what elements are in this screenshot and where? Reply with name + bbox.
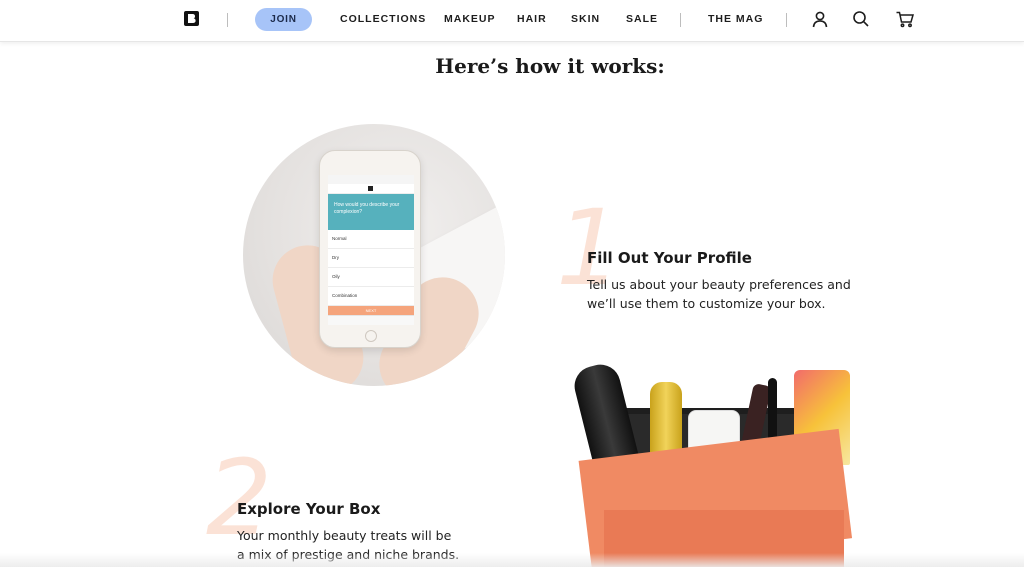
step-2-desc-line-1: Your monthly beauty treats will be (237, 528, 452, 543)
option-dry: Dry (328, 249, 414, 268)
nav-link-skin[interactable]: SKIN (571, 13, 600, 25)
nav-divider (227, 13, 228, 27)
nav-link-collections[interactable]: COLLECTIONS (340, 13, 426, 25)
nav-link-sale[interactable]: SALE (626, 13, 658, 25)
nav-divider (786, 13, 787, 27)
nav-link-hair[interactable]: HAIR (517, 13, 547, 25)
status-bar (328, 175, 414, 184)
phone-screen: How would you describe your complexion? … (328, 175, 414, 325)
account-icon[interactable] (810, 9, 830, 29)
beauty-box-image (570, 360, 880, 567)
phone-mockup: How would you describe your complexion? … (319, 150, 421, 348)
join-button[interactable]: JOIN (255, 8, 312, 31)
nav-link-makeup[interactable]: MAKEUP (444, 13, 496, 25)
option-oily: Oily (328, 268, 414, 287)
question-panel: How would you describe your complexion? (328, 194, 414, 230)
next-button: NEXT (328, 306, 414, 315)
search-icon[interactable] (851, 9, 871, 29)
scroll-fade (0, 553, 1024, 567)
page-title: Here’s how it works: (435, 54, 665, 78)
birchbox-logo[interactable] (184, 11, 199, 26)
step-1-title: Fill Out Your Profile (587, 249, 752, 267)
app-header (328, 184, 414, 194)
step-1-desc-line-2: we’ll use them to customize your box. (587, 296, 826, 311)
step-2-title: Explore Your Box (237, 500, 381, 518)
nav-divider (680, 13, 681, 27)
top-nav: JOIN COLLECTIONS MAKEUP HAIR SKIN SALE T… (0, 0, 1024, 42)
nav-link-the-mag[interactable]: THE MAG (708, 13, 763, 25)
cart-icon[interactable] (895, 9, 915, 29)
browser-toolbar (328, 315, 414, 325)
option-normal: Normal (328, 230, 414, 249)
option-combination: Combination (328, 287, 414, 306)
step-1-desc-line-1: Tell us about your beauty preferences an… (587, 277, 851, 292)
step-1-description: Tell us about your beauty preferences an… (587, 275, 887, 313)
app-logo-icon (368, 186, 373, 191)
home-button-icon (365, 330, 377, 342)
profile-phone-image: How would you describe your complexion? … (243, 124, 505, 386)
